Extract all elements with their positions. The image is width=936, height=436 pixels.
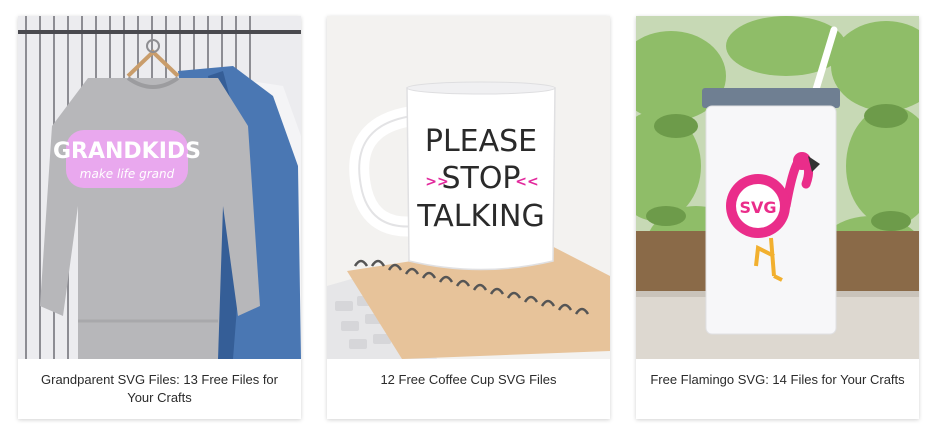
mug-arrows-left: >> (425, 174, 448, 190)
mug-text-line3: TALKING (416, 199, 544, 234)
mug-photo: PLEASE STOP >> << TALKING (327, 16, 610, 359)
post-card-coffee-cup[interactable]: PLEASE STOP >> << TALKING 12 Free Coffee… (327, 16, 610, 419)
post-thumbnail-flamingo[interactable]: SVG (636, 16, 919, 359)
mug-text-line1: PLEASE (425, 124, 537, 159)
post-grid: GRANDKIDS make life grand Grandparent SV… (0, 0, 936, 436)
post-title-flamingo[interactable]: Free Flamingo SVG: 14 Files for Your Cra… (646, 371, 909, 389)
sweatshirt-photo: GRANDKIDS make life grand (18, 16, 301, 359)
mug-text-line2: STOP (441, 161, 520, 196)
post-thumbnail-coffee-cup[interactable]: PLEASE STOP >> << TALKING (327, 16, 610, 359)
post-card-grandparent[interactable]: GRANDKIDS make life grand Grandparent SV… (18, 16, 301, 419)
post-title-grandparent[interactable]: Grandparent SVG Files: 13 Free Files for… (28, 371, 291, 407)
post-title-coffee-cup[interactable]: 12 Free Coffee Cup SVG Files (337, 371, 600, 389)
mug-arrows-right: << (515, 174, 538, 190)
post-thumbnail-grandparent[interactable]: GRANDKIDS make life grand (18, 16, 301, 359)
post-card-flamingo[interactable]: SVG Free Flamingo SVG: 14 Files for Your… (636, 16, 919, 419)
flamingo-monogram: SVG (739, 198, 776, 217)
sweatshirt-design-line1: GRANDKIDS (53, 139, 201, 164)
tumbler-photo: SVG (636, 16, 919, 359)
sweatshirt-design-line2: make life grand (80, 167, 175, 181)
